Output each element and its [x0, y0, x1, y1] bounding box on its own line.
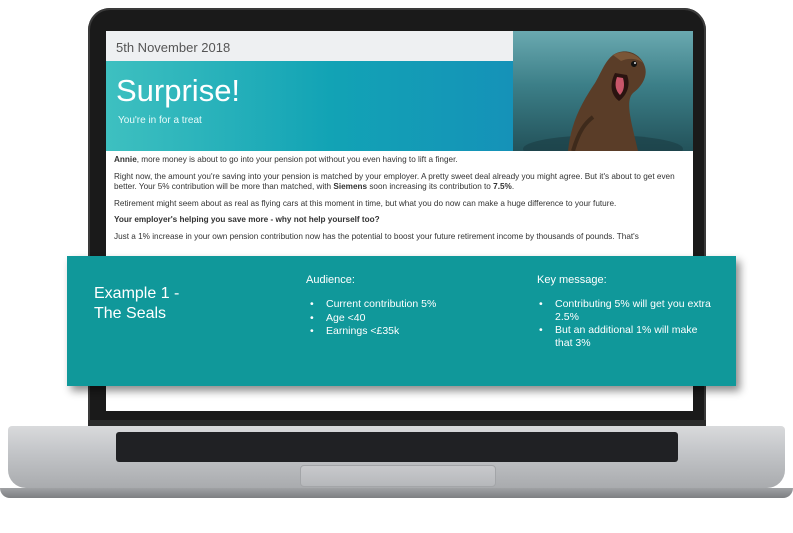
- email-header: 5th November 2018 Surprise! You're in fo…: [106, 31, 693, 151]
- paragraph-increase: Just a 1% increase in your own pension c…: [114, 231, 639, 241]
- contribution-rate: 7.5%: [493, 182, 512, 191]
- list-item: Contributing 5% will get you extra 2.5%: [537, 298, 717, 323]
- date-bar: 5th November 2018: [106, 31, 513, 61]
- paragraph-greeting: Annie, more money is about to go into yo…: [114, 155, 684, 166]
- greeting-text: , more money is about to go into your pe…: [136, 155, 458, 164]
- laptop-trackpad: [300, 465, 496, 487]
- paragraph-retirement: Retirement might seem about as real as f…: [114, 198, 617, 208]
- example-overlay: Example 1 - The Seals Audience: Current …: [67, 256, 736, 386]
- match-text-mid: soon increasing its contribution to: [367, 182, 494, 191]
- key-message-list: Contributing 5% will get you extra 2.5% …: [537, 298, 717, 350]
- email-body: Annie, more money is about to go into yo…: [114, 155, 684, 248]
- key-message-heading: Key message:: [537, 274, 607, 286]
- list-item: Earnings <£35k: [308, 325, 498, 338]
- email-date: 5th November 2018: [116, 40, 231, 55]
- list-item: Current contribution 5%: [308, 298, 498, 311]
- recipient-name: Annie: [114, 155, 137, 164]
- list-item: Age <40: [308, 312, 498, 325]
- email-title: Surprise!: [116, 73, 241, 108]
- email-subtitle: You're in for a treat: [118, 115, 202, 126]
- audience-heading: Audience:: [306, 274, 355, 286]
- company-name: Siemens: [333, 182, 368, 191]
- paragraph-match: Right now, the amount you're saving into…: [114, 172, 684, 193]
- match-text-end: .: [511, 182, 515, 191]
- laptop-base-lip: [0, 488, 793, 498]
- sea-lion-illustration: [523, 51, 683, 151]
- laptop-keyboard: [116, 432, 678, 462]
- example-title: Example 1 - The Seals: [94, 285, 180, 322]
- list-item: But an additional 1% will make that 3%: [537, 324, 717, 349]
- audience-list: Current contribution 5% Age <40 Earnings…: [308, 298, 498, 339]
- sea-lion-photo: [513, 31, 693, 151]
- email-banner: Surprise! You're in for a treat: [106, 61, 513, 151]
- section-heading: Your employer's helping you save more - …: [114, 215, 380, 224]
